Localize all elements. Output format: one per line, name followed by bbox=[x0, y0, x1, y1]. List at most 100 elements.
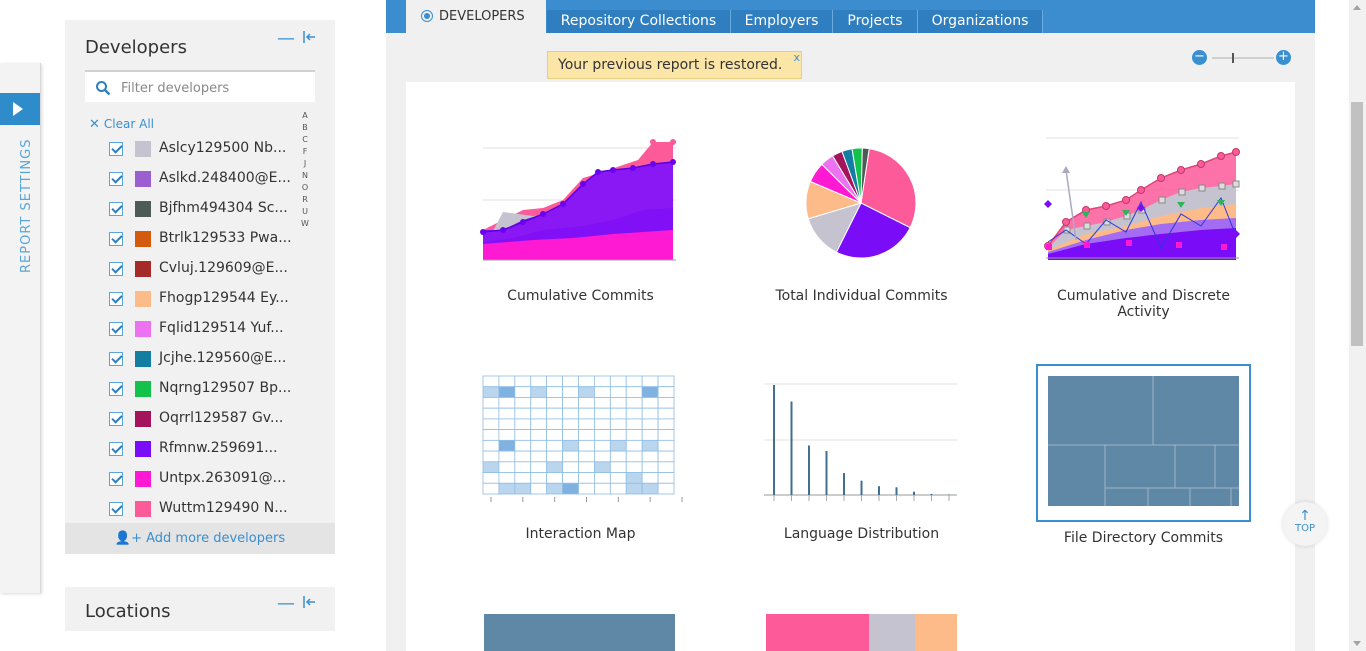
minimize-icon[interactable]: — bbox=[277, 28, 295, 49]
heatmap-cell bbox=[562, 386, 579, 398]
heatmap-cell bbox=[514, 461, 532, 473]
developer-list-item[interactable]: Aslkd.248400@E... bbox=[109, 170, 299, 200]
alpha-letter[interactable]: U bbox=[300, 206, 310, 218]
alpha-letter[interactable]: N bbox=[300, 170, 310, 182]
report-settings-label: REPORT SETTINGS bbox=[19, 138, 34, 273]
developer-name: Btrlk129533 Pwa... bbox=[159, 230, 292, 246]
filter-developers-field[interactable] bbox=[85, 70, 315, 102]
zoom-track[interactable] bbox=[1212, 57, 1274, 59]
heatmap-cell bbox=[562, 450, 579, 463]
zoom-in-button[interactable]: + bbox=[1276, 50, 1291, 65]
arrow-up-icon: ↑ bbox=[1299, 508, 1311, 524]
chart-card-cumulative-commits[interactable]: Cumulative Commits bbox=[473, 130, 688, 304]
restored-notice: Your previous report is restored. x bbox=[547, 51, 802, 79]
developer-checkbox[interactable] bbox=[109, 322, 123, 336]
developer-checkbox[interactable] bbox=[109, 262, 123, 276]
expand-settings-button[interactable] bbox=[0, 93, 40, 125]
heatmap-cell bbox=[546, 397, 563, 409]
minimize-icon[interactable]: — bbox=[277, 593, 295, 614]
partial-chart-thumbnail-1[interactable] bbox=[484, 614, 675, 651]
tab-projects[interactable]: Projects bbox=[833, 10, 918, 33]
developer-checkbox[interactable] bbox=[109, 442, 123, 456]
developer-list-item[interactable]: Jcjhe.129560@E... bbox=[109, 350, 299, 380]
developer-color-swatch bbox=[135, 261, 151, 277]
developer-checkbox[interactable] bbox=[109, 352, 123, 366]
developer-name: Rfmnw.259691... bbox=[159, 440, 278, 456]
developer-checkbox[interactable] bbox=[109, 232, 123, 246]
developer-checkbox[interactable] bbox=[109, 412, 123, 426]
chart-card-total-individual-commits[interactable]: Total Individual Commits bbox=[754, 130, 969, 304]
filter-developers-input[interactable] bbox=[119, 77, 303, 99]
heatmap-cell bbox=[514, 386, 532, 398]
alpha-letter[interactable]: A bbox=[300, 110, 310, 122]
alpha-letter[interactable]: O bbox=[300, 182, 310, 194]
developer-checkbox[interactable] bbox=[109, 142, 123, 156]
chart-card-language-distribution[interactable]: Language Distribution bbox=[754, 368, 969, 542]
zoom-out-button[interactable]: − bbox=[1192, 50, 1207, 65]
alpha-letter[interactable]: F bbox=[300, 146, 310, 158]
scroll-down-arrow[interactable] bbox=[1353, 641, 1361, 646]
developer-list-item[interactable]: Bjfhm494304 Sc... bbox=[109, 200, 299, 230]
heatmap-cell bbox=[482, 461, 500, 473]
developer-list-item[interactable]: Aslcy129500 Nb... bbox=[109, 140, 299, 170]
heatmap-cell bbox=[594, 407, 611, 420]
developer-list-item[interactable]: Fqlid129514 Yuf... bbox=[109, 320, 299, 350]
developer-name: Jcjhe.129560@E... bbox=[159, 350, 287, 366]
developer-list-item[interactable]: Untpx.263091@... bbox=[109, 470, 299, 500]
heatmap-cell bbox=[546, 461, 563, 473]
heatmap-cell bbox=[546, 375, 563, 388]
developer-list-item[interactable]: Rfmnw.259691... bbox=[109, 440, 299, 470]
developer-checkbox[interactable] bbox=[109, 472, 123, 486]
alpha-letter[interactable]: J bbox=[300, 158, 310, 170]
alpha-letter[interactable]: W bbox=[300, 218, 310, 230]
developer-list-item[interactable]: Nqrng129507 Bp... bbox=[109, 380, 299, 410]
developer-list-item[interactable]: Oqrrl129587 Gv... bbox=[109, 410, 299, 440]
developer-color-swatch bbox=[135, 441, 151, 457]
developer-list-item[interactable]: Btrlk129533 Pwa... bbox=[109, 230, 299, 260]
locations-panel: Locations — bbox=[65, 587, 335, 631]
report-settings-tab[interactable]: REPORT SETTINGS bbox=[0, 63, 41, 593]
tab-employers[interactable]: Employers bbox=[731, 10, 833, 33]
heatmap-cell bbox=[546, 439, 563, 452]
heatmap-cell bbox=[498, 418, 516, 431]
developer-color-swatch bbox=[135, 501, 151, 517]
vertical-scrollbar[interactable] bbox=[1349, 0, 1366, 651]
dock-left-icon[interactable] bbox=[302, 30, 316, 44]
developer-checkbox[interactable] bbox=[109, 382, 123, 396]
heatmap-cell bbox=[657, 461, 675, 473]
alpha-letter[interactable]: C bbox=[300, 134, 310, 146]
partial-chart-thumbnail-2[interactable] bbox=[766, 614, 957, 651]
alpha-letter[interactable]: B bbox=[300, 122, 310, 134]
alpha-letter[interactable]: R bbox=[300, 194, 310, 206]
heatmap-cell bbox=[482, 482, 500, 495]
chart-card-file-directory-commits[interactable]: File Directory Commits bbox=[1036, 364, 1251, 546]
developer-checkbox[interactable] bbox=[109, 202, 123, 216]
heatmap-cell bbox=[482, 450, 500, 463]
developer-list-item[interactable]: Cvluj.129609@E... bbox=[109, 260, 299, 290]
clear-all-button[interactable]: ✕ Clear All bbox=[89, 117, 154, 132]
heatmap-cell bbox=[641, 397, 659, 409]
add-more-developers-label: Add more developers bbox=[146, 531, 286, 546]
heatmap-cell bbox=[625, 429, 643, 441]
notice-close-button[interactable]: x bbox=[793, 51, 800, 64]
chart-card-cumulative-discrete-activity[interactable]: Cumulative and Discrete Activity bbox=[1036, 130, 1251, 320]
developer-checkbox[interactable] bbox=[109, 172, 123, 186]
developer-checkbox[interactable] bbox=[109, 502, 123, 516]
scroll-up-arrow[interactable] bbox=[1353, 5, 1361, 10]
scroll-to-top-button[interactable]: ↑ TOP bbox=[1283, 502, 1327, 546]
zoom-slider-handle[interactable] bbox=[1232, 53, 1234, 63]
tab-repository-collections[interactable]: Repository Collections bbox=[547, 10, 731, 33]
developer-name: Cvluj.129609@E... bbox=[159, 260, 288, 276]
heatmap-cell bbox=[482, 418, 500, 431]
developer-list-item[interactable]: Fhogp129544 Ey... bbox=[109, 290, 299, 320]
chart-card-interaction-map[interactable]: Interaction Map bbox=[473, 368, 688, 542]
heatmap-cell bbox=[641, 472, 659, 484]
dock-left-icon[interactable] bbox=[302, 595, 316, 609]
tab-organizations[interactable]: Organizations bbox=[918, 10, 1043, 33]
heatmap-cell bbox=[578, 461, 595, 473]
developer-checkbox[interactable] bbox=[109, 292, 123, 306]
heatmap-cell bbox=[641, 418, 659, 431]
add-more-developers-button[interactable]: 👤+ Add more developers bbox=[65, 523, 335, 554]
scrollbar-thumb[interactable] bbox=[1351, 102, 1363, 346]
tab-developers[interactable]: DEVELOPERS bbox=[406, 0, 546, 35]
